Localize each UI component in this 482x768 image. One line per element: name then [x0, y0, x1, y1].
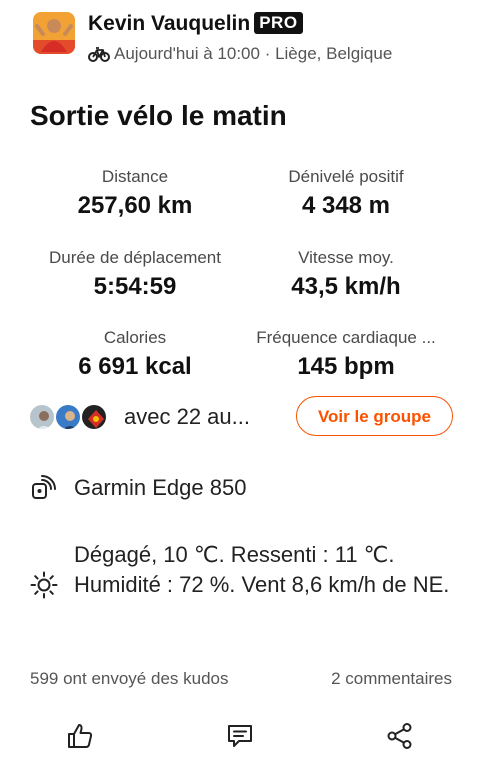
stat-label: Calories [103, 328, 167, 347]
stat-value: 5:54:59 [93, 273, 177, 300]
stat-value: 257,60 km [77, 192, 193, 219]
activity-meta: Aujourd'hui à 10:00 · Liège, Belgique [88, 44, 392, 64]
athlete-name[interactable]: Kevin Vauquelin PRO [88, 12, 303, 36]
group-row: avec 22 au... Voir le groupe [28, 396, 458, 438]
stat-value: 6 691 kcal [78, 353, 192, 380]
stat-moving-time: Durée de déplacement 5:54:59 [25, 247, 245, 301]
stat-elevation-gain: Dénivelé positif 4 348 m [236, 166, 456, 220]
comment-icon [228, 725, 252, 747]
stat-calories: Calories 6 691 kcal [25, 327, 245, 381]
device-icon [32, 475, 56, 499]
weather-description: Dégagé, 10 ℃. Ressenti : 11 ℃. Humidité … [74, 542, 450, 597]
kudos-button[interactable] [62, 718, 98, 754]
stat-value: 4 348 m [301, 192, 391, 219]
pro-badge: PRO [254, 12, 303, 34]
group-avatars[interactable] [28, 403, 110, 431]
view-group-button[interactable]: Voir le groupe [296, 396, 453, 436]
stat-avg-speed: Vitesse moy. 43,5 km/h [236, 247, 456, 301]
stat-heart-rate: Fréquence cardiaque ... 145 bpm [236, 327, 456, 381]
stat-distance: Distance 257,60 km [25, 166, 245, 220]
group-member-avatar [80, 403, 108, 431]
sun-icon [30, 571, 58, 599]
athlete-avatar[interactable] [33, 12, 75, 54]
activity-title: Sortie vélo le matin [30, 100, 287, 131]
group-member-avatar [28, 403, 56, 431]
thumbs-up-icon [68, 724, 93, 748]
action-bar [0, 718, 482, 754]
stat-label: Distance [101, 167, 169, 186]
stat-label: Vitesse moy. [298, 248, 394, 267]
stat-value: 43,5 km/h [291, 273, 401, 300]
device-row: Garmin Edge 850 [30, 472, 246, 504]
share-button[interactable] [382, 718, 418, 754]
kudos-count[interactable]: 599 ont envoyé des kudos [30, 669, 228, 689]
device-name: Garmin Edge 850 [74, 475, 247, 500]
share-icon [387, 723, 412, 749]
activity-header: Kevin Vauquelin PRO Aujourd'hui à 10:00 ·… [30, 10, 470, 68]
group-member-avatar [54, 403, 82, 431]
weather-row: Dégagé, 10 ℃. Ressenti : 11 ℃. Humidité … [30, 540, 460, 640]
stat-label: Fréquence cardiaque ... [256, 328, 436, 347]
bike-icon [88, 47, 110, 62]
comments-count[interactable]: 2 commentaires [331, 669, 452, 689]
athlete-name-text[interactable]: Kevin Vauquelin [88, 12, 250, 35]
stat-value: 145 bpm [297, 353, 395, 380]
group-athletes-text[interactable]: avec 22 au... [124, 404, 250, 430]
stat-label: Dénivelé positif [288, 167, 404, 186]
comment-button[interactable] [222, 718, 258, 754]
activity-meta-text: Aujourd'hui à 10:00 · Liège, Belgique [114, 44, 393, 63]
stat-label: Durée de déplacement [48, 248, 221, 267]
